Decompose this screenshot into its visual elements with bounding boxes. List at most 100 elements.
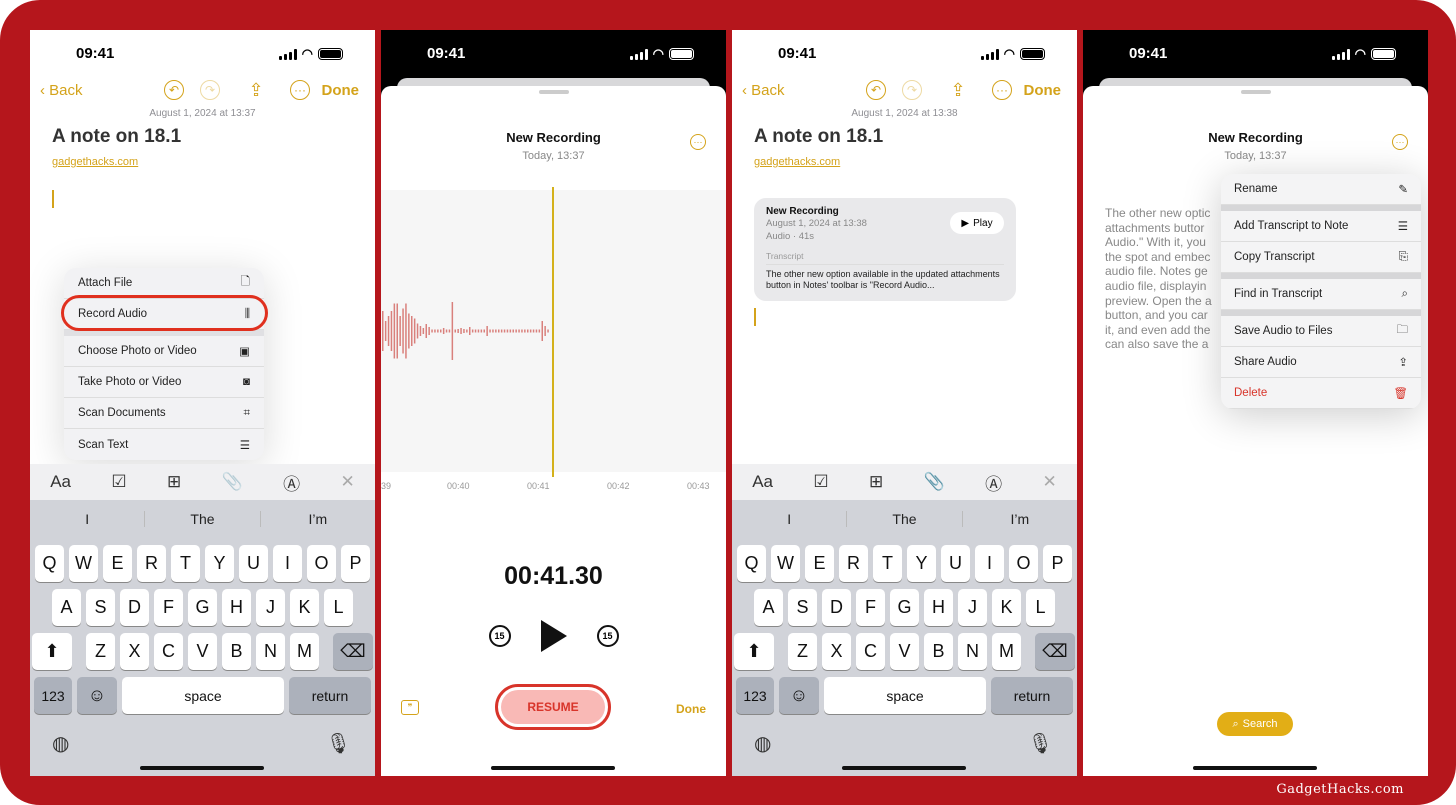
markup-icon[interactable]: Ⓐ [985,470,1002,495]
format-icon[interactable]: Aa [752,472,773,492]
key[interactable]: Z [86,633,115,670]
key[interactable]: L [1026,589,1055,626]
key[interactable]: U [239,545,268,582]
key[interactable]: H [222,589,251,626]
key[interactable]: I [975,545,1004,582]
key[interactable]: T [171,545,200,582]
undo-icon[interactable]: ↶ [866,80,886,100]
key[interactable]: X [822,633,851,670]
key[interactable]: L [324,589,353,626]
key[interactable]: W [771,545,800,582]
table-icon[interactable]: ⊞ [869,472,883,492]
key[interactable]: Y [205,545,234,582]
redo-icon[interactable]: ↷ [902,80,922,100]
skip-back-15-button[interactable]: 15 [488,625,511,647]
checklist-icon[interactable]: ☑ [813,472,828,492]
key[interactable]: C [856,633,885,670]
key[interactable]: P [341,545,370,582]
key[interactable]: A [754,589,783,626]
key[interactable]: G [890,589,919,626]
note-link[interactable]: gadgethacks.com [754,156,840,168]
key[interactable]: Q [737,545,766,582]
back-button[interactable]: ‹ Back [742,82,785,99]
key[interactable]: B [222,633,251,670]
key[interactable]: Z [788,633,817,670]
microphone-icon[interactable]: 🎙 [1028,731,1053,756]
play-button[interactable]: ▶ Play [950,212,1004,234]
key[interactable]: B [924,633,953,670]
menu-item-scan-documents[interactable]: Scan Documents ⌗ [64,398,264,429]
checklist-icon[interactable]: ☑ [111,472,126,492]
key[interactable]: W [69,545,98,582]
menu-item[interactable]: Find in Transcript ⌕ [1221,279,1421,310]
key[interactable]: X [120,633,149,670]
key[interactable]: P [1043,545,1072,582]
audio-attachment-card[interactable]: New Recording August 1, 2024 at 13:38 Au… [754,198,1016,301]
redo-icon[interactable]: ↷ [200,80,220,100]
done-button[interactable]: Done [676,702,706,716]
menu-item[interactable]: Add Transcript to Note ☰ [1221,211,1421,242]
space-key[interactable]: space [824,677,986,714]
key[interactable]: M [290,633,319,670]
emoji-key[interactable]: ☺ [779,677,819,714]
key[interactable]: S [788,589,817,626]
note-link[interactable]: gadgethacks.com [52,156,138,168]
key[interactable]: U [941,545,970,582]
key[interactable]: T [873,545,902,582]
table-icon[interactable]: ⊞ [167,472,181,492]
more-icon[interactable]: ··· [690,134,706,150]
globe-icon[interactable]: ◍ [52,731,69,756]
menu-item-take-photo[interactable]: Take Photo or Video ◙ [64,367,264,398]
key[interactable]: K [992,589,1021,626]
key[interactable]: O [1009,545,1038,582]
key[interactable]: R [839,545,868,582]
space-key[interactable]: space [122,677,284,714]
key[interactable]: H [924,589,953,626]
suggestion[interactable]: The [145,511,261,527]
key[interactable]: M [992,633,1021,670]
playhead[interactable] [552,187,554,477]
done-button[interactable]: Done [322,82,360,99]
numbers-key[interactable]: 123 [736,677,774,714]
suggestion[interactable]: I [732,511,848,527]
suggestion[interactable]: I’m [963,511,1077,527]
suggestion[interactable]: The [847,511,963,527]
play-button[interactable] [540,620,567,652]
key[interactable]: S [86,589,115,626]
key[interactable]: E [103,545,132,582]
key[interactable]: N [256,633,285,670]
numbers-key[interactable]: 123 [34,677,72,714]
menu-item[interactable]: Share Audio ⇪ [1221,347,1421,378]
key[interactable]: F [856,589,885,626]
key[interactable]: G [188,589,217,626]
resume-button[interactable]: RESUME [495,684,611,730]
key[interactable]: D [822,589,851,626]
key[interactable]: I [273,545,302,582]
markup-icon[interactable]: Ⓐ [283,470,300,495]
more-icon[interactable]: ··· [1392,134,1408,150]
back-button[interactable]: ‹ Back [40,82,83,99]
done-button[interactable]: Done [1024,82,1062,99]
transcript-icon[interactable]: ❞ [401,700,419,715]
key[interactable]: Y [907,545,936,582]
key[interactable]: J [958,589,987,626]
microphone-icon[interactable]: 🎙 [326,731,351,756]
key[interactable]: J [256,589,285,626]
menu-item-choose-photo[interactable]: Choose Photo or Video ▣ [64,336,264,367]
more-icon[interactable]: ··· [290,80,310,100]
key[interactable]: A [52,589,81,626]
search-button[interactable]: ⌕ Search [1217,712,1293,736]
menu-item[interactable]: Delete 🗑 [1221,378,1421,409]
more-icon[interactable]: ··· [992,80,1012,100]
suggestion[interactable]: I [30,511,146,527]
key[interactable]: F [154,589,183,626]
menu-item-scan-text[interactable]: Scan Text ☰ [64,429,264,460]
paperclip-icon[interactable]: 📎 [222,472,243,492]
share-icon[interactable]: ⇪ [246,80,266,100]
close-icon[interactable]: ✕ [341,472,355,492]
note-title[interactable]: A note on 18.1 [754,126,883,148]
key[interactable]: D [120,589,149,626]
key[interactable]: C [154,633,183,670]
menu-item[interactable]: Copy Transcript ⎘ [1221,242,1421,273]
undo-icon[interactable]: ↶ [164,80,184,100]
